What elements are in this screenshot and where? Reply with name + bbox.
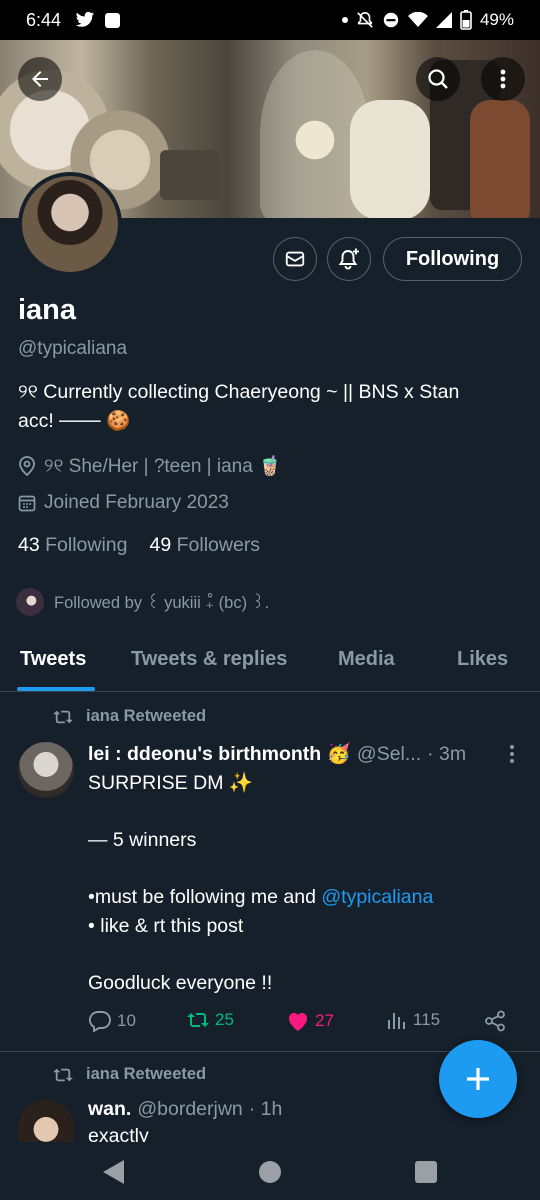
tweet-line: exactly: [88, 1125, 149, 1142]
followers-label: Followers: [176, 534, 261, 556]
bell-plus-icon: [338, 248, 359, 270]
followers-count-link[interactable]: 49 Followers: [150, 534, 261, 557]
profile-joined: Joined February 2023: [18, 492, 229, 514]
views-count: 115: [413, 1010, 441, 1029]
tweet-more-button[interactable]: [502, 742, 522, 766]
twitter-bird-icon: [75, 11, 95, 27]
reply-count: 10: [117, 1011, 136, 1030]
dot-icon: [341, 17, 348, 23]
profile-avatar[interactable]: [18, 172, 122, 276]
tab-tweets[interactable]: Tweets: [20, 648, 86, 671]
tweet-header: wan. @borderjwn · 1h: [88, 1098, 282, 1121]
following-label: Following: [45, 534, 128, 556]
joined-text: Joined February 2023: [44, 492, 229, 513]
tweet-header: lei : ddeonu's birthmonth 🥳 @Sel... · 3m: [88, 742, 466, 766]
retweet-count: 25: [215, 1010, 234, 1029]
tweet-body-clip: exactly: [88, 1122, 288, 1142]
tweet-author-avatar[interactable]: [18, 742, 74, 798]
wifi-icon: [407, 12, 428, 27]
profile-bio: ୨୧ Currently collecting Chaeryeong ~ || …: [18, 378, 518, 436]
nav-back-button[interactable]: [100, 1158, 126, 1191]
cell-signal-icon: [435, 12, 452, 28]
search-icon: [428, 69, 448, 89]
back-button[interactable]: [18, 57, 62, 101]
tab-media[interactable]: Media: [338, 648, 395, 671]
tweet-actions: 10 25 27 115: [88, 1010, 518, 1038]
following-button[interactable]: Following: [383, 237, 522, 281]
tweet-line: — 5 winners: [88, 829, 197, 851]
message-button[interactable]: [273, 237, 317, 281]
views-button[interactable]: 115: [386, 1010, 440, 1030]
system-nav-bar: [0, 1142, 540, 1200]
following-count: 43: [18, 534, 40, 556]
location-text: ୨୧ She/Her | ?teen | iana 🧋: [44, 456, 282, 477]
follow-counts: 43 Following 49 Followers: [18, 534, 260, 557]
retweeted-text: iana Retweeted: [86, 1065, 207, 1083]
status-bar: 6:44 49%: [0, 0, 540, 40]
arrow-left-icon: [32, 71, 48, 87]
notifications-button[interactable]: [327, 237, 371, 281]
share-button[interactable]: [484, 1010, 506, 1032]
retweet-icon: [187, 1013, 209, 1027]
like-button[interactable]: 27: [286, 1010, 334, 1032]
tweet-line: SURPRISE DM ✨: [88, 772, 254, 794]
plus-icon: [467, 1068, 489, 1090]
more-vertical-icon: [500, 69, 506, 89]
tweet-line: Goodluck everyone !!: [88, 971, 273, 994]
bio-line: acc! ─── 🍪: [18, 410, 131, 432]
calendar-icon: [18, 495, 36, 512]
profile-name: iana: [18, 294, 77, 326]
followed-by-text: Followed by ꒰ yukiii ₊̊ (bc) ꒱.: [54, 594, 270, 612]
tweet-line: • like & rt this post: [88, 914, 244, 937]
retweeted-label: iana Retweeted: [52, 707, 206, 726]
retweeted-label: iana Retweeted: [52, 1065, 206, 1084]
triangle-back-icon: [103, 1160, 124, 1184]
tweet-display-name[interactable]: lei : ddeonu's birthmonth 🥳: [88, 742, 351, 766]
tweet-handle: @Sel...: [356, 743, 422, 765]
muted-bell-icon: [357, 11, 373, 28]
compose-tweet-button[interactable]: [439, 1040, 517, 1118]
like-count: 27: [315, 1011, 334, 1030]
retweet-button[interactable]: 25: [186, 1010, 234, 1030]
tweet-line-prefix: •must be following me and: [88, 886, 322, 908]
nav-recents-button[interactable]: [415, 1161, 437, 1183]
follower-avatar: [14, 586, 46, 618]
analytics-icon: [388, 1013, 405, 1029]
reply-button[interactable]: 10: [88, 1010, 136, 1032]
nav-home-button[interactable]: [259, 1161, 281, 1183]
tweet-time: · 1h: [248, 1098, 283, 1120]
tweet-handle: @borderjwn: [137, 1098, 243, 1120]
more-options-button[interactable]: [481, 57, 525, 101]
envelope-icon: [285, 251, 305, 267]
battery-icon: [460, 10, 472, 30]
profile-handle: @typicaliana: [18, 338, 128, 359]
tweet-line: •must be following me and @typicaliana: [88, 883, 433, 912]
bio-line: ୨୧ Currently collecting Chaeryeong ~ || …: [18, 381, 460, 403]
tweet-author-avatar[interactable]: [18, 1100, 74, 1142]
reply-icon: [88, 1011, 111, 1032]
status-time: 6:44: [26, 9, 62, 30]
profile-location: ୨୧ She/Her | ?teen | iana 🧋: [18, 454, 282, 478]
tweet-display-name[interactable]: wan.: [88, 1098, 131, 1121]
active-tab-indicator: [17, 687, 95, 691]
location-pin-icon: [19, 456, 35, 476]
tab-likes[interactable]: Likes: [457, 648, 508, 671]
notification-square-icon: [105, 12, 121, 28]
profile-tabs: Tweets Tweets & replies Media Likes: [0, 632, 540, 692]
mention-link[interactable]: @typicaliana: [321, 886, 433, 908]
followers-count: 49: [149, 534, 172, 556]
share-icon: [485, 1010, 505, 1032]
search-button[interactable]: [416, 57, 460, 101]
tab-tweets-and-replies[interactable]: Tweets & replies: [131, 648, 287, 671]
retweeted-text: iana Retweeted: [86, 707, 207, 725]
tweet-body: SURPRISE DM ✨ — 5 winners •must be follo…: [88, 769, 433, 997]
retweet-icon: [53, 1068, 73, 1081]
followed-by-row[interactable]: Followed by ꒰ yukiii ₊̊ (bc) ꒱.: [14, 586, 269, 618]
tweet-time: · 3m: [427, 743, 467, 765]
retweet-icon: [53, 710, 73, 723]
following-count-link[interactable]: 43 Following: [18, 534, 128, 557]
do-not-disturb-icon: [383, 12, 399, 28]
battery-percent: 49%: [479, 10, 514, 29]
heart-icon: [288, 1012, 308, 1031]
